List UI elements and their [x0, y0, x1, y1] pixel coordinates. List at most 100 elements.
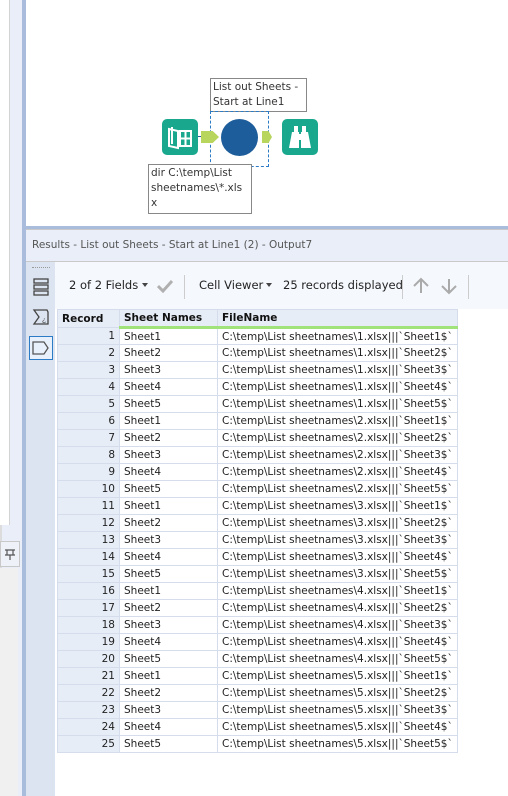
table-view-button[interactable]	[29, 275, 53, 299]
record-cell[interactable]: 4	[57, 378, 120, 396]
cell-viewer-dropdown[interactable]: Cell Viewer	[199, 278, 263, 292]
sheet-name-cell[interactable]: Sheet5	[119, 650, 218, 668]
sheet-name-cell[interactable]: Sheet3	[119, 616, 218, 634]
table-row[interactable]: 13 Sheet3 C:\temp\List sheetnames\3.xlsx||…	[57, 531, 458, 549]
sheet-name-cell[interactable]: Sheet1	[119, 412, 218, 430]
directory-input-tool[interactable]	[162, 119, 198, 155]
record-cell[interactable]: 15	[57, 565, 120, 583]
sheet-name-cell[interactable]: Sheet5	[119, 395, 218, 413]
sheet-name-cell[interactable]: Sheet3	[119, 361, 218, 379]
sheet-name-cell[interactable]: Sheet2	[119, 514, 218, 532]
filename-cell[interactable]: C:\temp\List sheetnames\4.xlsx|||`Sheet2…	[217, 599, 458, 617]
arrow-down-icon[interactable]	[440, 277, 458, 295]
sheet-name-cell[interactable]: Sheet4	[119, 718, 218, 736]
table-row[interactable]: 19 Sheet4 C:\temp\List sheetnames\4.xlsx||…	[57, 633, 458, 651]
table-row[interactable]: 10 Sheet5 C:\temp\List sheetnames\2.xlsx||…	[57, 480, 458, 498]
table-row[interactable]: 11 Sheet1 C:\temp\List sheetnames\3.xlsx||…	[57, 497, 458, 515]
filename-cell[interactable]: C:\temp\List sheetnames\2.xlsx|||`Sheet5…	[217, 480, 458, 498]
record-cell[interactable]: 9	[57, 463, 120, 481]
record-cell[interactable]: 24	[57, 718, 120, 736]
sheet-name-cell[interactable]: Sheet4	[119, 463, 218, 481]
filename-cell[interactable]: C:\temp\List sheetnames\4.xlsx|||`Sheet4…	[217, 633, 458, 651]
table-row[interactable]: 21 Sheet1 C:\temp\List sheetnames\5.xlsx||…	[57, 667, 458, 685]
filename-cell[interactable]: C:\temp\List sheetnames\4.xlsx|||`Sheet1…	[217, 582, 458, 600]
filename-cell[interactable]: C:\temp\List sheetnames\3.xlsx|||`Sheet1…	[217, 497, 458, 515]
table-row[interactable]: 20 Sheet5 C:\temp\List sheetnames\4.xlsx||…	[57, 650, 458, 668]
record-cell[interactable]: 19	[57, 633, 120, 651]
table-row[interactable]: 25 Sheet5 C:\temp\List sheetnames\5.xlsx||…	[57, 735, 458, 753]
record-cell[interactable]: 20	[57, 650, 120, 668]
record-cell[interactable]: 16	[57, 582, 120, 600]
sheet-name-cell[interactable]: Sheet5	[119, 480, 218, 498]
sheet-name-cell[interactable]: Sheet4	[119, 633, 218, 651]
fields-dropdown[interactable]: 2 of 2 Fields	[69, 278, 138, 292]
sheet-name-cell[interactable]: Sheet1	[119, 327, 218, 345]
record-cell[interactable]: 7	[57, 429, 120, 447]
sheet-name-cell[interactable]: Sheet1	[119, 582, 218, 600]
filename-cell[interactable]: C:\temp\List sheetnames\3.xlsx|||`Sheet4…	[217, 548, 458, 566]
grip-handle[interactable]	[32, 267, 50, 270]
table-row[interactable]: 7 Sheet2 C:\temp\List sheetnames\2.xlsx|||…	[57, 429, 458, 447]
filename-cell[interactable]: C:\temp\List sheetnames\2.xlsx|||`Sheet2…	[217, 429, 458, 447]
record-cell[interactable]: 13	[57, 531, 120, 549]
record-cell[interactable]: 17	[57, 599, 120, 617]
sheet-name-cell[interactable]: Sheet2	[119, 344, 218, 362]
sheet-name-cell[interactable]: Sheet5	[119, 565, 218, 583]
record-cell[interactable]: 3	[57, 361, 120, 379]
column-header-filename[interactable]: FileName	[217, 309, 458, 329]
filename-cell[interactable]: C:\temp\List sheetnames\5.xlsx|||`Sheet1…	[217, 667, 458, 685]
pin-button[interactable]	[0, 541, 20, 567]
sheet-name-cell[interactable]: Sheet1	[119, 497, 218, 515]
record-cell[interactable]: 11	[57, 497, 120, 515]
sheet-name-cell[interactable]: Sheet2	[119, 429, 218, 447]
record-cell[interactable]: 25	[57, 735, 120, 753]
filename-cell[interactable]: C:\temp\List sheetnames\1.xlsx|||`Sheet4…	[217, 378, 458, 396]
table-row[interactable]: 5 Sheet5 C:\temp\List sheetnames\1.xlsx|||…	[57, 395, 458, 413]
table-row[interactable]: 9 Sheet4 C:\temp\List sheetnames\2.xlsx|||…	[57, 463, 458, 481]
sheet-name-cell[interactable]: Sheet5	[119, 735, 218, 753]
filename-cell[interactable]: C:\temp\List sheetnames\2.xlsx|||`Sheet1…	[217, 412, 458, 430]
table-row[interactable]: 18 Sheet3 C:\temp\List sheetnames\4.xlsx||…	[57, 616, 458, 634]
column-header-record[interactable]: Record	[57, 309, 120, 328]
table-row[interactable]: 23 Sheet3 C:\temp\List sheetnames\5.xlsx||…	[57, 701, 458, 719]
browse-tool[interactable]	[282, 119, 318, 155]
tag-button[interactable]	[29, 336, 53, 360]
checkmark-icon[interactable]	[157, 279, 173, 293]
filename-cell[interactable]: C:\temp\List sheetnames\4.xlsx|||`Sheet3…	[217, 616, 458, 634]
filename-cell[interactable]: C:\temp\List sheetnames\5.xlsx|||`Sheet5…	[217, 735, 458, 753]
sheet-name-cell[interactable]: Sheet3	[119, 531, 218, 549]
sheet-name-cell[interactable]: Sheet2	[119, 684, 218, 702]
filename-cell[interactable]: C:\temp\List sheetnames\1.xlsx|||`Sheet1…	[217, 327, 458, 345]
dynamic-input-tool[interactable]	[221, 119, 258, 156]
filename-cell[interactable]: C:\temp\List sheetnames\5.xlsx|||`Sheet2…	[217, 684, 458, 702]
filename-cell[interactable]: C:\temp\List sheetnames\5.xlsx|||`Sheet4…	[217, 718, 458, 736]
sheet-name-cell[interactable]: Sheet4	[119, 378, 218, 396]
filename-cell[interactable]: C:\temp\List sheetnames\1.xlsx|||`Sheet3…	[217, 361, 458, 379]
table-row[interactable]: 15 Sheet5 C:\temp\List sheetnames\3.xlsx||…	[57, 565, 458, 583]
filename-cell[interactable]: C:\temp\List sheetnames\4.xlsx|||`Sheet5…	[217, 650, 458, 668]
record-cell[interactable]: 14	[57, 548, 120, 566]
filename-cell[interactable]: C:\temp\List sheetnames\2.xlsx|||`Sheet4…	[217, 463, 458, 481]
table-row[interactable]: 2 Sheet2 C:\temp\List sheetnames\1.xlsx|||…	[57, 344, 458, 362]
fields-caret-icon[interactable]	[142, 283, 148, 287]
arrow-up-icon[interactable]	[412, 277, 430, 295]
filename-cell[interactable]: C:\temp\List sheetnames\3.xlsx|||`Sheet5…	[217, 565, 458, 583]
sheet-name-cell[interactable]: Sheet3	[119, 701, 218, 719]
record-cell[interactable]: 18	[57, 616, 120, 634]
sheet-name-cell[interactable]: Sheet2	[119, 599, 218, 617]
filename-cell[interactable]: C:\temp\List sheetnames\2.xlsx|||`Sheet3…	[217, 446, 458, 464]
table-row[interactable]: 3 Sheet3 C:\temp\List sheetnames\1.xlsx|||…	[57, 361, 458, 379]
table-row[interactable]: 14 Sheet4 C:\temp\List sheetnames\3.xlsx||…	[57, 548, 458, 566]
record-cell[interactable]: 21	[57, 667, 120, 685]
table-row[interactable]: 17 Sheet2 C:\temp\List sheetnames\4.xlsx||…	[57, 599, 458, 617]
table-row[interactable]: 22 Sheet2 C:\temp\List sheetnames\5.xlsx||…	[57, 684, 458, 702]
column-header-sheet-names[interactable]: Sheet Names	[119, 309, 218, 329]
sheet-name-cell[interactable]: Sheet4	[119, 548, 218, 566]
table-row[interactable]: 24 Sheet4 C:\temp\List sheetnames\5.xlsx||…	[57, 718, 458, 736]
table-row[interactable]: 16 Sheet1 C:\temp\List sheetnames\4.xlsx||…	[57, 582, 458, 600]
sheet-name-cell[interactable]: Sheet3	[119, 446, 218, 464]
record-cell[interactable]: 12	[57, 514, 120, 532]
filename-cell[interactable]: C:\temp\List sheetnames\5.xlsx|||`Sheet3…	[217, 701, 458, 719]
table-row[interactable]: 6 Sheet1 C:\temp\List sheetnames\2.xlsx|||…	[57, 412, 458, 430]
table-row[interactable]: 4 Sheet4 C:\temp\List sheetnames\1.xlsx|||…	[57, 378, 458, 396]
